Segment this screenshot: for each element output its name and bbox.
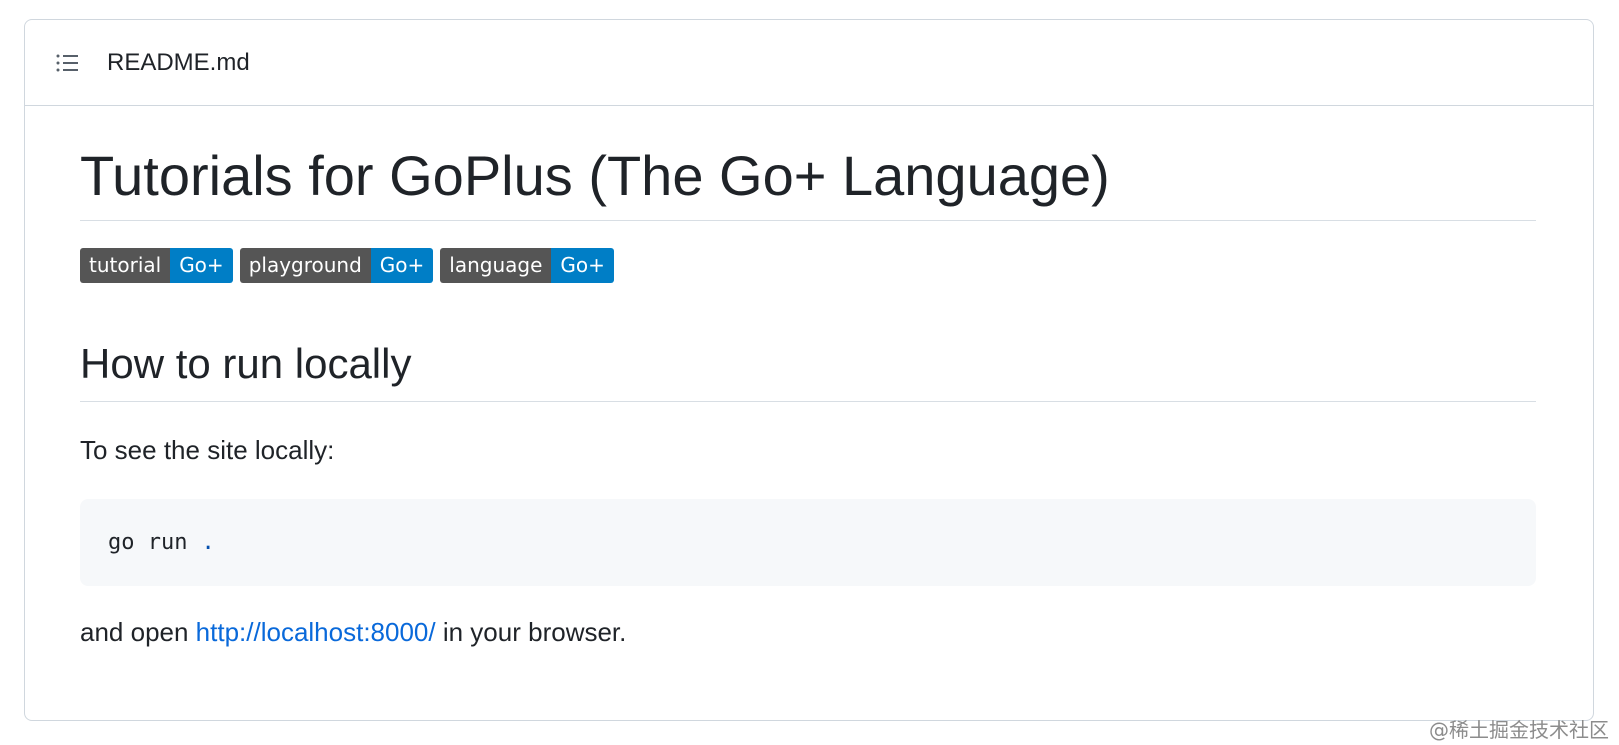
code-command: go run: [108, 530, 188, 555]
watermark: @稀土掘金技术社区: [1429, 718, 1609, 742]
section-heading: How to run locally: [80, 339, 1536, 402]
badge-value: Go+: [370, 248, 434, 283]
badge-label: playground: [239, 248, 371, 283]
readme-header: README.md: [25, 20, 1593, 106]
badge-label: language: [440, 248, 552, 283]
badge-row: tutorial Go+ playground Go+ language Go+: [80, 248, 1536, 283]
outro-paragraph: and open http://localhost:8000/ in your …: [80, 614, 1536, 650]
localhost-link[interactable]: http://localhost:8000/: [196, 617, 436, 647]
badge-value: Go+: [551, 248, 614, 283]
readme-filename: README.md: [107, 48, 250, 76]
list-icon[interactable]: [55, 51, 79, 75]
readme-container: README.md Tutorials for GoPlus (The Go+ …: [24, 19, 1594, 721]
badge-language[interactable]: language Go+: [440, 248, 614, 283]
code-arg: .: [201, 530, 215, 555]
outro-after: in your browser.: [435, 617, 627, 647]
code-block: go run.: [80, 499, 1536, 586]
outro-before: and open: [80, 617, 196, 647]
badge-playground[interactable]: playground Go+: [239, 248, 434, 283]
page-title: Tutorials for GoPlus (The Go+ Language): [80, 106, 1536, 221]
badge-value: Go+: [170, 248, 233, 283]
badge-label: tutorial: [80, 248, 171, 283]
intro-paragraph: To see the site locally:: [80, 435, 335, 465]
badge-tutorial[interactable]: tutorial Go+: [80, 248, 233, 283]
readme-content: Tutorials for GoPlus (The Go+ Language) …: [80, 106, 1536, 650]
